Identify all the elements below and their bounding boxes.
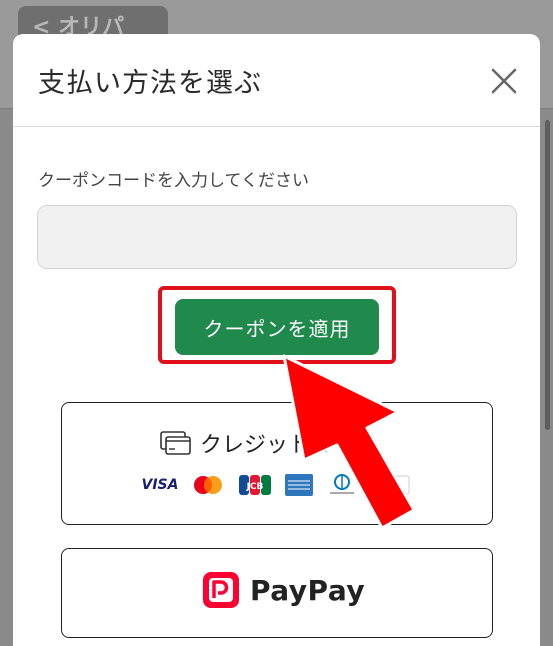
card-brand-logos: VISA JCB (142, 473, 410, 497)
paypay-label: PayPay (250, 573, 366, 607)
credit-card-title: クレジットカード (160, 427, 376, 459)
paypay-logo (203, 572, 239, 608)
discover-logo (370, 475, 410, 495)
modal-title: 支払い方法を選ぶ (38, 68, 262, 99)
payment-method-modal: 支払い方法を選ぶ クーポンコードを入力してください クーポンを適用 クレジットカ… (13, 34, 540, 646)
credit-card-option[interactable]: クレジットカード VISA JCB (61, 402, 493, 525)
coupon-code-input[interactable] (37, 205, 517, 269)
svg-text:JCB: JCB (246, 482, 264, 492)
credit-card-icon (160, 431, 191, 455)
mastercard-logo (194, 476, 222, 494)
paypay-option[interactable]: PayPay (61, 548, 493, 638)
visa-logo: VISA (141, 477, 179, 493)
jcb-logo: JCB (239, 475, 271, 495)
diners-club-logo (330, 474, 354, 494)
credit-card-label: クレジットカード (200, 433, 377, 458)
page-scrollbar[interactable] (545, 120, 550, 430)
close-icon[interactable] (489, 66, 519, 96)
modal-header: 支払い方法を選ぶ (13, 34, 540, 127)
apply-coupon-button[interactable]: クーポンを適用 (175, 299, 379, 355)
amex-logo (285, 474, 313, 496)
paypay-content: PayPay (202, 571, 365, 609)
coupon-label: クーポンコードを入力してください (38, 171, 309, 191)
